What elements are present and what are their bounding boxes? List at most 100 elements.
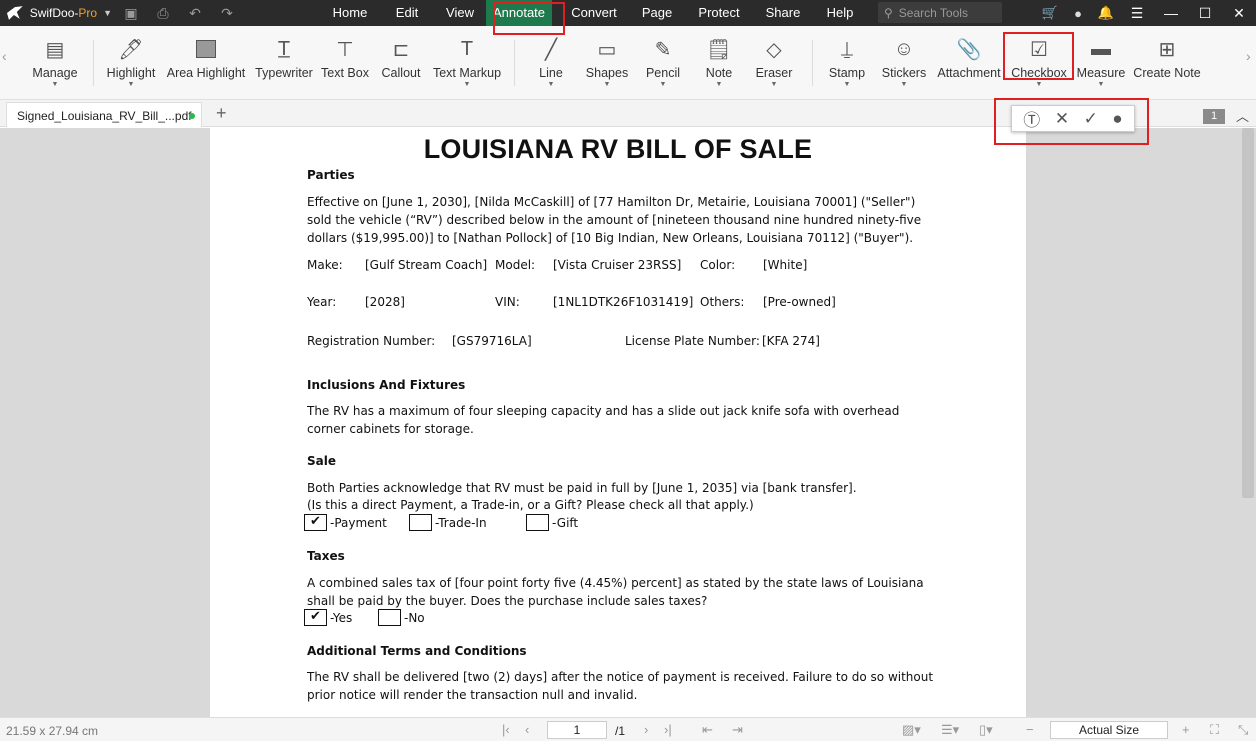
zoom-in-icon[interactable]: + [1182,722,1190,737]
text-markup-button[interactable]: T Text Markup ▼ [432,26,502,100]
toolbar-highlight-box [994,98,1149,145]
vertical-scrollbar[interactable] [1242,128,1254,498]
next-page-icon[interactable]: › [644,722,648,737]
gift-checkbox[interactable] [526,514,549,531]
window-controls: 🛒 ● 🔔 ☰ — ☐ ✕ [1036,0,1256,26]
create-note-button[interactable]: ⊞ Create Note [1133,26,1200,100]
area-highlight-button[interactable]: Area Highlight [166,26,246,100]
next-view-icon[interactable]: ⇥ [732,722,743,738]
chevron-down-icon: ▼ [770,81,778,88]
manage-button[interactable]: ▤ Manage ▼ [30,26,80,100]
menu-protect[interactable]: Protect [678,0,760,26]
last-page-icon[interactable]: ›| [664,722,672,737]
fit-icon[interactable]: ⤡ [1238,722,1248,738]
registration-value: [GS79716LA] [452,334,532,348]
ribbon-scroll-right-icon[interactable]: › [1246,48,1251,64]
text-box-icon: ⊤ [336,38,354,61]
print-icon[interactable]: ⎙ [154,5,172,22]
search-tools-input[interactable]: ⚲ Search Tools [878,2,1002,23]
chevron-up-icon[interactable]: ︿ [1236,106,1249,125]
stamp-button[interactable]: ⍊ Stamp ▼ [826,26,868,100]
redo-icon[interactable]: ↷ [218,5,236,22]
zoom-out-icon[interactable]: − [1026,722,1034,737]
chevron-down-icon: ▼ [1097,81,1105,88]
menu-page[interactable]: Page [636,0,678,26]
typewriter-icon: T̲ [277,37,291,60]
text-box-button[interactable]: ⊤ Text Box [320,26,370,100]
model-label: Model: [495,258,536,272]
callout-button[interactable]: ⊏ Callout [378,26,424,100]
view-mode-icon[interactable]: ☰▾ [941,722,959,738]
app-name: SwifDoo- [29,6,79,20]
tradein-checkbox[interactable] [409,514,432,531]
hamburger-icon[interactable]: ☰ [1120,5,1154,22]
manage-label: Manage [32,66,78,80]
first-page-icon[interactable]: |‹ [502,722,510,737]
parties-heading: Parties [307,168,355,182]
measure-button[interactable]: ▬ Measure ▼ [1074,26,1128,100]
menu-help[interactable]: Help [806,0,874,26]
eraser-button[interactable]: ◇ Eraser ▼ [752,26,796,100]
bell-icon[interactable]: 🔔 [1092,5,1120,21]
no-checkbox[interactable] [378,609,401,626]
year-value: [2028] [365,295,405,309]
search-tools-placeholder: Search Tools [898,5,968,20]
typewriter-button[interactable]: T̲ Typewriter [254,26,314,100]
ribbon-scroll-left-icon[interactable]: ‹ [2,48,7,64]
add-tab-icon[interactable]: + [216,103,227,124]
maximize-icon[interactable]: ☐ [1188,5,1222,22]
pencil-icon: ✎ [654,38,672,61]
parties-text: Effective on [June 1, 2030], [Nilda McCa… [307,195,922,245]
terms-text: The RV shall be delivered [two (2) days]… [307,670,934,702]
chevron-down-icon[interactable]: ▼ [103,8,112,18]
minimize-icon[interactable]: — [1154,5,1188,21]
prev-page-icon[interactable]: ‹ [525,722,529,737]
page-display-icon[interactable]: ▨▾ [902,722,921,738]
license-plate-value: [KFA 274] [762,334,820,348]
terms-heading: Additional Terms and Conditions [307,644,527,658]
pdf-page[interactable]: LOUISIANA RV BILL OF SALE Parties Effect… [210,128,1026,717]
undo-icon[interactable]: ↶ [186,5,204,22]
line-button[interactable]: ╱ Line ▼ [532,26,570,100]
shapes-button[interactable]: ▭ Shapes ▼ [584,26,630,100]
menu-view[interactable]: View [434,0,486,26]
payment-checkbox[interactable]: ✔ [304,514,327,531]
document-tab[interactable]: Signed_Louisiana_RV_Bill_...pdf [6,102,202,127]
yes-checkbox[interactable]: ✔ [304,609,327,626]
page-dimensions: 21.59 x 27.94 cm [6,724,99,738]
chevron-down-icon: ▼ [843,81,851,88]
shapes-label: Shapes [585,66,629,80]
stamp-icon: ⍊ [841,37,853,60]
measure-label: Measure [1076,66,1126,80]
attachment-button[interactable]: 📎 Attachment [936,26,1002,100]
stickers-button[interactable]: ☺ Stickers ▼ [880,26,928,100]
total-pages: /1 [615,724,626,738]
previous-view-icon[interactable]: ⇤ [702,722,713,738]
area-highlight-icon [191,34,221,64]
cart-icon[interactable]: 🛒 [1036,5,1064,21]
line-icon: ╱ [544,38,558,61]
callout-label: Callout [381,66,421,80]
saved-status-dot [189,113,195,119]
user-icon[interactable]: ● [1064,6,1092,21]
menu-home[interactable]: Home [320,0,380,26]
save-icon[interactable]: ▣ [122,5,140,22]
chevron-down-icon: ▼ [547,81,555,88]
fullscreen-icon[interactable]: ⛶ [1210,722,1219,738]
rectangle-icon: ▭ [597,38,617,61]
app-logo[interactable]: SwifDoo- Pro ▼ [0,5,112,21]
zoom-select[interactable]: Actual Size [1050,721,1168,739]
current-page-input[interactable]: 1 [547,721,607,739]
close-icon[interactable]: ✕ [1222,5,1256,22]
registration-label: Registration Number: [307,334,436,348]
paperclip-icon: 📎 [956,38,982,61]
pencil-button[interactable]: ✎ Pencil ▼ [642,26,684,100]
highlight-button[interactable]: 🖊 Highlight ▼ [104,26,158,100]
area-highlight-label: Area Highlight [166,66,246,80]
color-label: Color: [700,258,736,272]
note-button[interactable]: 🗒 Note ▼ [700,26,738,100]
menu-edit[interactable]: Edit [380,0,434,26]
fit-mode-icon[interactable]: ▯▾ [979,722,993,738]
menu-share[interactable]: Share [760,0,806,26]
chevron-down-icon: ▼ [900,81,908,88]
